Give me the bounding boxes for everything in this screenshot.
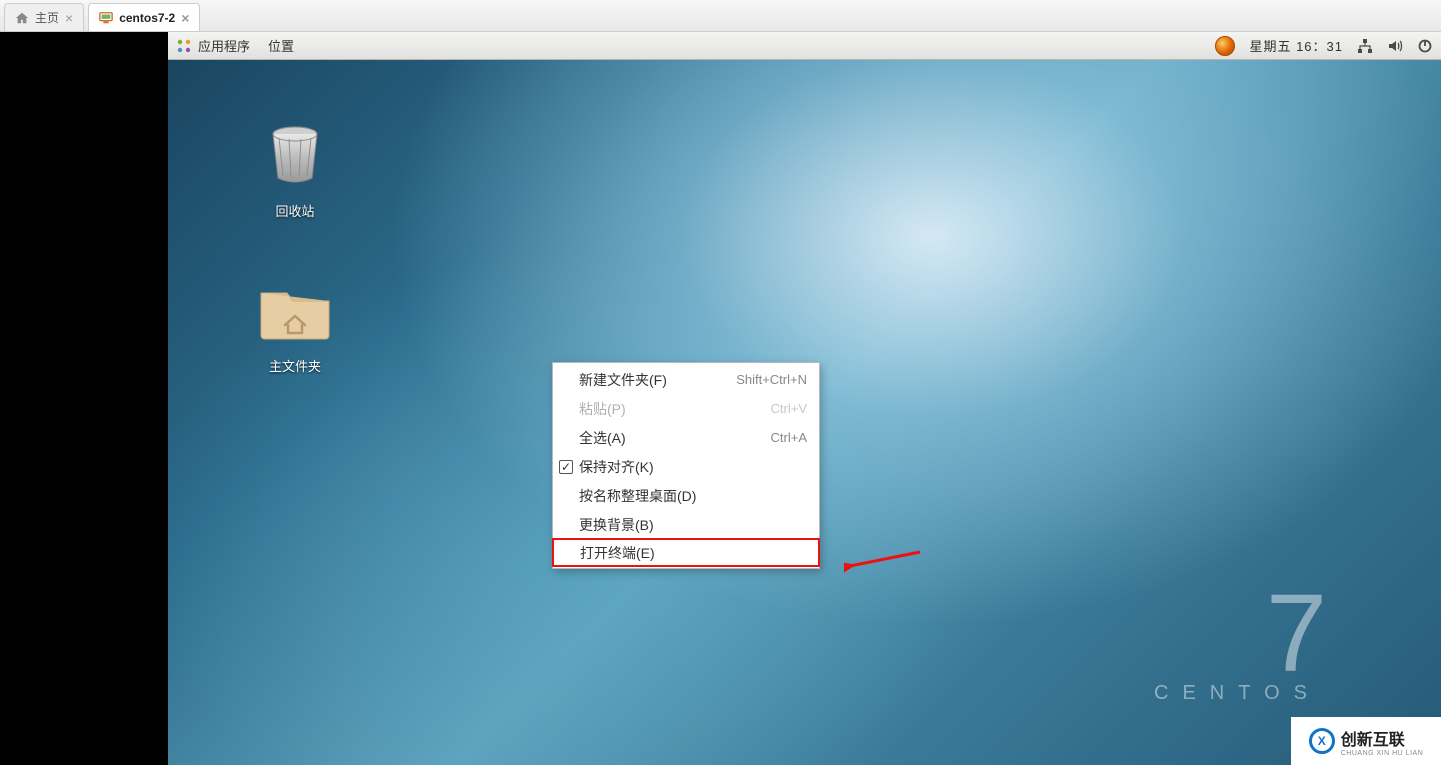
tab-home[interactable]: 主页 × bbox=[4, 3, 84, 31]
network-icon[interactable] bbox=[1357, 38, 1373, 54]
tab-vm-label: centos7-2 bbox=[119, 11, 175, 25]
desktop-context-menu: 新建文件夹(F) Shift+Ctrl+N 粘贴(P) Ctrl+V 全选(A)… bbox=[552, 362, 820, 569]
gnome-top-panel: 应用程序 位置 星期五 16：31 bbox=[168, 32, 1441, 60]
menu-places-label: 位置 bbox=[268, 36, 294, 55]
panel-clock[interactable]: 星期五 16：31 bbox=[1249, 36, 1343, 55]
desktop-icon-trash-label: 回收站 bbox=[250, 201, 340, 220]
annotation-arrow-icon bbox=[844, 546, 924, 574]
tab-home-label: 主页 bbox=[35, 9, 59, 26]
trash-icon bbox=[259, 120, 331, 192]
tab-vm[interactable]: centos7-2 × bbox=[88, 3, 200, 31]
menu-item-open-terminal[interactable]: 打开终端(E) bbox=[552, 538, 820, 567]
vm-viewport: 应用程序 位置 星期五 16：31 bbox=[0, 32, 1441, 765]
menu-applications[interactable]: 应用程序 bbox=[176, 36, 250, 55]
desktop-icon-trash[interactable]: 回收站 bbox=[250, 120, 340, 220]
vm-monitor-icon bbox=[99, 11, 113, 25]
applications-icon bbox=[176, 38, 192, 54]
folder-home-icon bbox=[255, 275, 335, 347]
vm-black-border bbox=[0, 32, 168, 765]
checkbox-checked-icon bbox=[559, 460, 573, 474]
menu-item-sort-by-name[interactable]: 按名称整理桌面(D) bbox=[553, 481, 819, 510]
desktop-icon-home-label: 主文件夹 bbox=[250, 356, 340, 375]
watermark-logo-icon: X bbox=[1309, 728, 1335, 754]
centos-version: 7 bbox=[1154, 590, 1321, 678]
centos-brand: 7 CENTOS bbox=[1154, 590, 1321, 705]
close-icon[interactable]: × bbox=[181, 10, 189, 26]
watermark-main: 创新互联 bbox=[1341, 726, 1424, 750]
firefox-icon[interactable] bbox=[1215, 36, 1235, 56]
watermark: X 创新互联 CHUANG XIN HU LIAN bbox=[1291, 717, 1441, 765]
menu-places[interactable]: 位置 bbox=[268, 36, 294, 55]
desktop-icon-home[interactable]: 主文件夹 bbox=[250, 275, 340, 375]
menu-applications-label: 应用程序 bbox=[198, 36, 250, 55]
menu-item-change-background[interactable]: 更换背景(B) bbox=[553, 510, 819, 539]
watermark-sub: CHUANG XIN HU LIAN bbox=[1341, 750, 1424, 757]
desktop-background[interactable]: 回收站 主文件夹 7 CENTOS 新建文件夹(F) Shift+Ctrl bbox=[168, 60, 1441, 765]
menu-item-paste: 粘贴(P) Ctrl+V bbox=[553, 394, 819, 423]
close-icon[interactable]: × bbox=[65, 10, 73, 26]
centos-name: CENTOS bbox=[1154, 682, 1321, 705]
vmware-tab-bar: 主页 × centos7-2 × bbox=[0, 0, 1441, 32]
menu-item-select-all[interactable]: 全选(A) Ctrl+A bbox=[553, 423, 819, 452]
home-icon bbox=[15, 11, 29, 25]
menu-item-new-folder[interactable]: 新建文件夹(F) Shift+Ctrl+N bbox=[553, 365, 819, 394]
menu-item-keep-aligned[interactable]: 保持对齐(K) bbox=[553, 452, 819, 481]
guest-screen[interactable]: 应用程序 位置 星期五 16：31 bbox=[168, 32, 1441, 765]
volume-icon[interactable] bbox=[1387, 38, 1403, 54]
power-icon[interactable] bbox=[1417, 38, 1433, 54]
